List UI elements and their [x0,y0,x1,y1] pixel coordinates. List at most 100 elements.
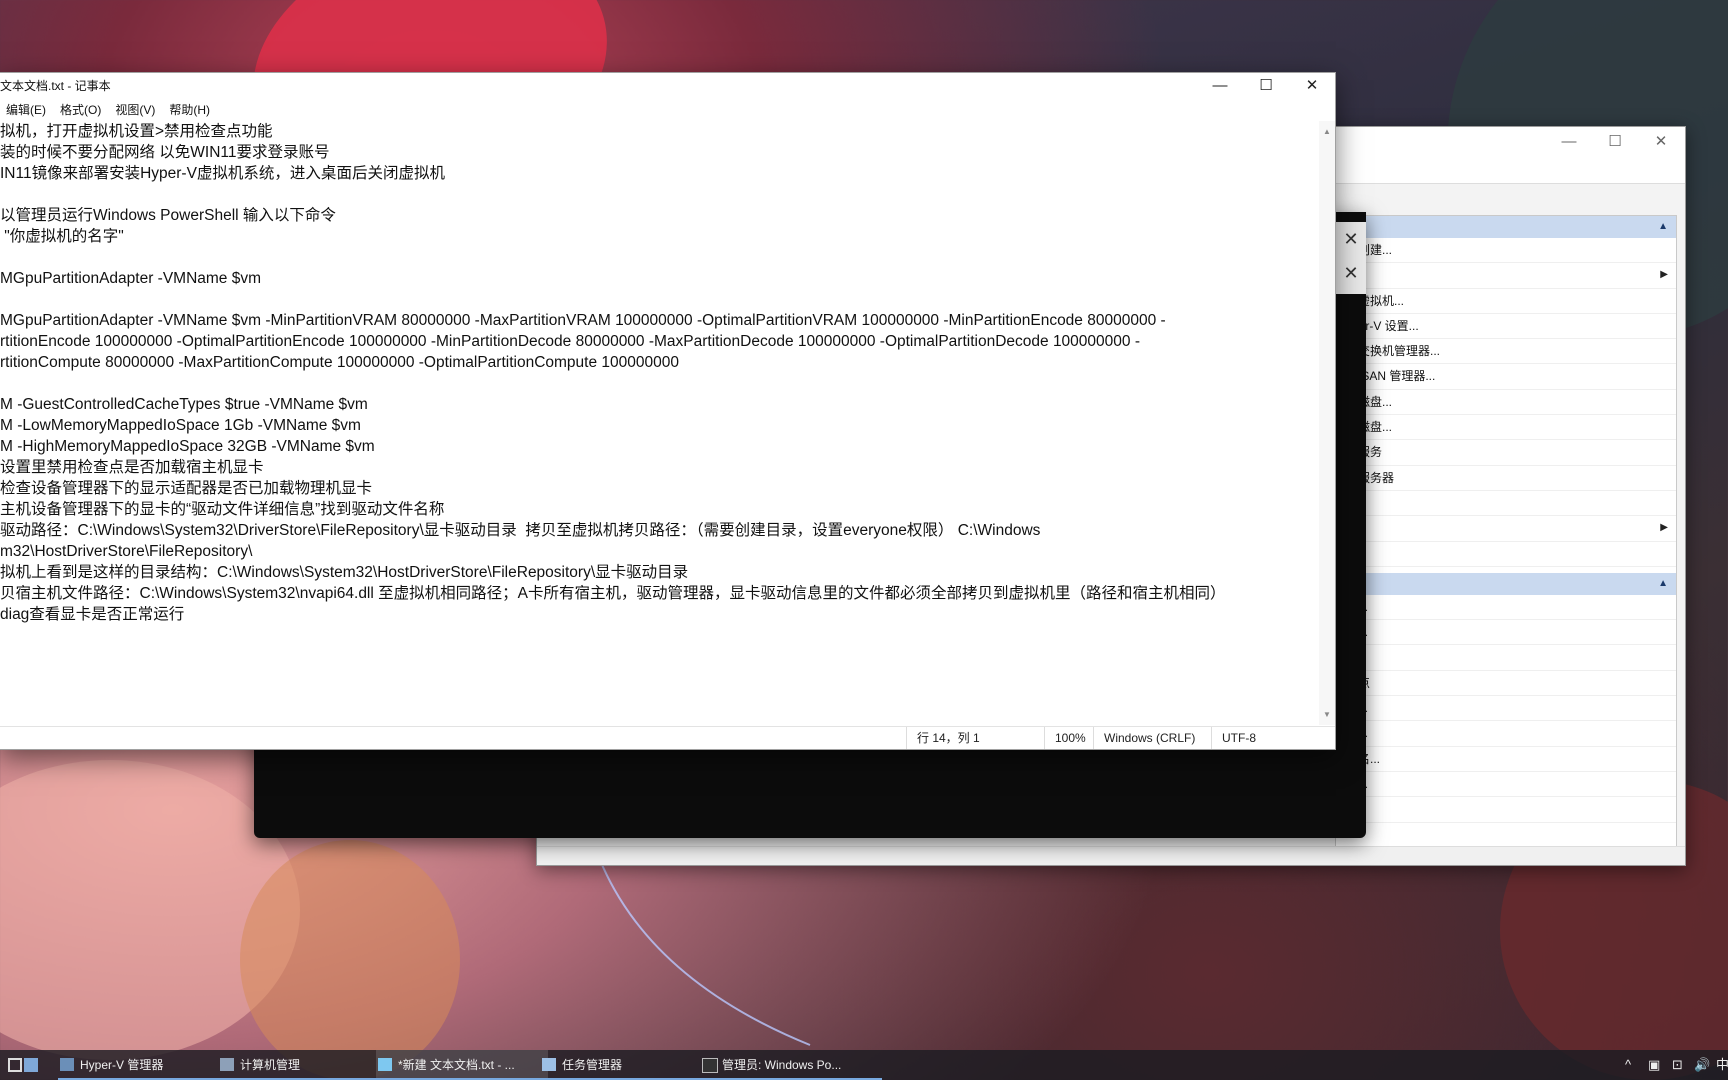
close-icon[interactable]: ✕ [1336,256,1366,290]
computer-management-icon [220,1058,234,1071]
text-line: rtitionEncode 100000000 -OptimalPartitio… [0,333,1140,350]
action-item[interactable]: 拟 SAN 管理器... [1336,364,1676,390]
taskbar-item-label: 任务管理器 [562,1058,623,1072]
action-item[interactable]: 辑磁盘... [1336,390,1676,416]
action-item[interactable]: 助 [1336,542,1676,567]
text-line: m32\HostDriverStore\FileRepository\ [0,543,253,560]
task-view-icon[interactable] [8,1058,22,1072]
menu-help[interactable]: 帮助(H) [169,99,210,121]
taskbar-item-powershell[interactable]: 管理员: Windows Po... [700,1050,882,1080]
ime-indicator[interactable]: 中 [1716,1050,1728,1080]
taskbar-item-hyperv[interactable]: Hyper-V 管理器 [58,1050,222,1080]
text-line [0,184,1318,205]
hyperv-statusbar [537,846,1685,865]
action-item[interactable]: 看▶ [1336,516,1676,542]
notepad-window[interactable]: 文本文档.txt - 记事本 — ☐ ✕ 编辑(E) 格式(O) 视图(V) 帮助(H… [0,72,1336,750]
scroll-down-arrow-icon[interactable]: ▼ [1319,710,1335,719]
taskbar: Hyper-V 管理器 计算机管理 *新建 文本文档.txt - ... 任务管… [0,1050,1728,1080]
action-item[interactable]: 助 [1336,797,1676,823]
action-item[interactable]: 查点 [1336,671,1676,697]
text-line: IN11镜像来部署安装Hyper-V虚拟机系统，进入桌面后关闭虚拟机 [0,165,445,182]
taskbar-item-label: 计算机管理 [240,1058,301,1072]
actions-section-header-vm[interactable]: ▲ [1336,572,1676,595]
actions-section-header[interactable]: ER ▲ [1336,216,1676,238]
notepad-icon [378,1058,392,1071]
action-item[interactable]: 命名... [1336,747,1676,772]
taskbar-item-computer-management[interactable]: 计算机管理 [218,1050,388,1080]
minimize-button[interactable]: — [1547,127,1591,157]
action-item[interactable]: 新 [1336,491,1676,517]
menu-view[interactable]: 视图(V) [115,99,155,121]
action-item[interactable]: 拟交换机管理器... [1336,339,1676,365]
text-line: 装的时候不要分配网络 以免WIN11要求登录账号 [0,144,330,161]
encoding: UTF-8 [1211,727,1282,749]
app-icon[interactable] [24,1058,38,1072]
taskbar-item-label: 管理员: Windows Po... [722,1058,842,1072]
taskbar-item-label: *新建 文本文档.txt - ... [398,1058,515,1072]
text-line: 主机设备管理器下的显卡的“驱动文件详细信息”找到驱动文件名称 [0,501,445,518]
text-line: 拟机，打开虚拟机设置>禁用检查点功能 [0,123,273,140]
text-line: M -GuestControlledCacheTypes $true -VMNa… [0,396,368,413]
text-line [0,373,1318,394]
menu-bar: 编辑(E) 格式(O) 视图(V) 帮助(H) [0,99,1335,121]
text-line: 驱动路径：C:\Windows\System32\DriverStore\Fil… [0,522,1041,539]
notepad-titlebar[interactable]: 文本文档.txt - 记事本 — ☐ ✕ [0,73,1335,99]
action-item[interactable]: 建▶ [1336,263,1676,289]
scroll-up-arrow-icon[interactable]: ▲ [1319,127,1335,136]
close-button[interactable]: ✕ [1289,73,1335,99]
volume-icon[interactable]: 🔊 [1694,1050,1710,1080]
action-item[interactable]: 查磁盘... [1336,415,1676,441]
collapse-icon[interactable]: ▲ [1658,573,1668,595]
chevron-up-icon[interactable]: ^ [1625,1050,1631,1080]
taskbar-item-notepad[interactable]: *新建 文本文档.txt - ... [376,1050,548,1080]
taskbar-item-label: Hyper-V 管理器 [80,1058,164,1072]
action-item[interactable]: 止服务 [1336,440,1676,466]
action-item[interactable]: 动... [1336,696,1676,722]
text-line: M -HighMemoryMappedIoSpace 32GB -VMName … [0,438,375,455]
text-line: rtitionCompute 80000000 -MaxPartitionCom… [0,354,679,371]
collapse-icon[interactable]: ▲ [1658,216,1668,238]
powershell-icon [702,1058,718,1073]
task-manager-icon [542,1058,556,1071]
text-line: "你虚拟机的名字" [0,228,124,245]
action-item[interactable]: yper-V 设置... [1336,314,1676,340]
text-line: MGpuPartitionAdapter -VMName $vm -MinPar… [0,312,1166,329]
action-item[interactable]: 速创建... [1336,238,1676,264]
network-icon[interactable]: ⊡ [1672,1050,1683,1080]
text-line: MGpuPartitionAdapter -VMName $vm [0,270,262,287]
action-item[interactable]: 出... [1336,721,1676,747]
zoom-level: 100% [1044,727,1099,749]
text-line: 设置里禁用检查点是否加载宿主机显卡 [0,459,264,476]
menu-edit[interactable]: 编辑(E) [6,99,46,121]
close-button[interactable]: ✕ [1639,127,1683,157]
action-item[interactable]: 除服务器 [1336,466,1676,491]
line-ending: Windows (CRLF) [1093,727,1206,749]
minimize-button[interactable]: — [1197,73,1243,99]
menu-format[interactable]: 格式(O) [60,99,101,121]
text-line: 检查设备管理器下的显示适配器是否已加载物理机显卡 [0,480,373,497]
taskbar-item-task-manager[interactable]: 任务管理器 [540,1050,710,1080]
close-icon[interactable]: ✕ [1336,222,1366,256]
submenu-arrow-icon: ▶ [1660,269,1668,281]
hyperv-icon [60,1058,74,1071]
action-item[interactable]: 除... [1336,772,1676,798]
notification-panel: ✕ ✕ [1336,222,1366,294]
text-line: 以管理员运行Windows PowerShell 输入以下命令 [0,207,336,224]
action-item[interactable]: 置... [1336,620,1676,646]
wallpaper-shape [240,840,460,1080]
action-item[interactable]: 动 [1336,645,1676,671]
vertical-scrollbar[interactable]: ▲ ▼ [1319,121,1335,725]
wallpaper-streak [599,860,811,1046]
maximize-button[interactable]: ☐ [1243,73,1289,99]
tray-app-icon[interactable]: ▣ [1648,1050,1660,1080]
maximize-button[interactable]: ☐ [1593,127,1637,157]
submenu-arrow-icon: ▶ [1660,522,1668,534]
text-line [0,247,1318,268]
action-item[interactable]: 入虚拟机... [1336,289,1676,314]
text-editor-area[interactable]: 拟机，打开虚拟机设置>禁用检查点功能装的时候不要分配网络 以免WIN11要求登录… [0,121,1318,677]
action-item[interactable]: 接... [1336,595,1676,621]
text-line: 拟机上看到是这样的目录结构：C:\Windows\System32\HostDr… [0,564,689,581]
window-title: 文本文档.txt - 记事本 [0,79,111,93]
actions-pane: ER ▲ 速创建...建▶入虚拟机...yper-V 设置...拟交换机管理器.… [1335,215,1677,857]
status-bar: 行 14，列 1 100% Windows (CRLF) UTF-8 [0,726,1335,749]
